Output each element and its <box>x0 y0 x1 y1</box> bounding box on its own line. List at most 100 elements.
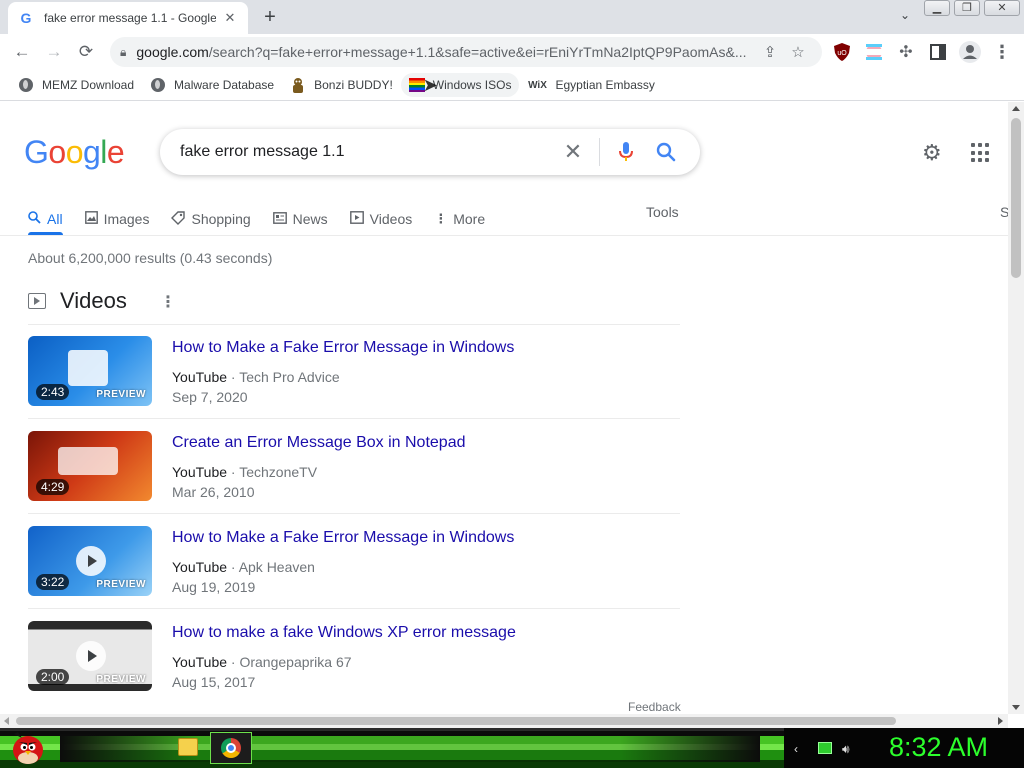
tab-strip: G fake error message 1.1 - Google ✕ + ⌄ … <box>0 0 1024 34</box>
ublock-origin-icon[interactable]: uO <box>826 36 858 68</box>
folder-icon[interactable] <box>178 738 198 756</box>
video-thumbnail[interactable]: 2:43 PREVIEW <box>28 336 152 406</box>
preview-label: PREVIEW <box>96 389 146 400</box>
extensions-puzzle-icon[interactable]: ✣ <box>890 36 922 68</box>
scrollbar-thumb[interactable] <box>16 717 896 725</box>
tab-images[interactable]: Images <box>84 194 149 234</box>
video-title-link[interactable]: How to Make a Fake Error Message in Wind… <box>172 529 514 547</box>
new-tab-button[interactable]: + <box>258 6 282 28</box>
tab-title: fake error message 1.1 - Google <box>44 11 216 25</box>
clock[interactable]: 8:32 AM <box>889 732 988 763</box>
chrome-taskbar-button[interactable] <box>210 732 252 764</box>
minimize-button[interactable]: ▁ <box>924 0 950 16</box>
video-thumbnail[interactable]: 4:29 <box>28 431 152 501</box>
divider <box>28 324 680 325</box>
tray-chevron-icon[interactable]: ‹ <box>794 742 798 756</box>
preview-label: PREVIEW <box>96 674 146 685</box>
system-tray: ‹ 🔊︎ 8:32 AM <box>784 728 1024 768</box>
scroll-left-arrow-icon[interactable] <box>4 717 9 725</box>
section-more-icon[interactable]: ⋮ <box>160 292 176 312</box>
trans-flag-extension-icon[interactable] <box>858 36 890 68</box>
bookmark-memz[interactable]: MEMZ Download <box>10 73 142 97</box>
bookmark-bonzi-buddy[interactable]: Bonzi BUDDY! <box>282 73 401 97</box>
video-duration: 3:22 <box>36 574 70 590</box>
browser-tab[interactable]: G fake error message 1.1 - Google ✕ <box>8 2 248 34</box>
tab-label: Videos <box>369 211 413 227</box>
tab-close-button[interactable]: ✕ <box>222 10 238 26</box>
bookmark-egyptian-embassy[interactable]: WiX Egyptian Embassy <box>519 73 662 97</box>
video-source: YouTube <box>172 369 228 385</box>
search-box[interactable]: fake error message 1.1 ✕ <box>160 129 700 175</box>
video-result[interactable]: 2:00 PREVIEW How to make a fake Windows … <box>28 621 680 691</box>
video-meta: YouTube · Apk Heaven <box>172 559 315 575</box>
tabs-divider <box>0 235 1008 236</box>
side-panel-icon[interactable] <box>922 36 954 68</box>
tab-label: News <box>292 211 328 227</box>
video-result[interactable]: 4:29 Create an Error Message Box in Note… <box>28 431 680 501</box>
tab-shopping[interactable]: Shopping <box>171 194 251 234</box>
search-icon[interactable] <box>646 142 686 162</box>
search-input[interactable]: fake error message 1.1 <box>180 143 553 161</box>
horizontal-scrollbar[interactable] <box>0 714 1008 728</box>
video-date: Aug 15, 2017 <box>172 674 256 690</box>
clear-search-icon[interactable]: ✕ <box>553 139 593 165</box>
tab-search-chevron-icon[interactable]: ⌄ <box>896 8 914 26</box>
google-logo[interactable]: Google <box>24 134 125 171</box>
taskbar-band <box>60 734 760 762</box>
video-result[interactable]: 2:43 PREVIEW How to Make a Fake Error Me… <box>28 336 680 406</box>
section-title: Videos <box>60 288 127 313</box>
bonzi-icon <box>290 77 306 93</box>
scroll-down-arrow-icon[interactable] <box>1012 705 1020 710</box>
divider <box>28 418 680 419</box>
cursor-overlay-icon: ➤ <box>422 75 438 95</box>
video-title-link[interactable]: How to Make a Fake Error Message in Wind… <box>172 339 514 357</box>
search-tabs: All Images Shopping News Videos ⋮ More <box>28 194 507 236</box>
feedback-link[interactable]: Feedback <box>628 700 681 714</box>
video-title-link[interactable]: How to make a fake Windows XP error mess… <box>172 624 516 642</box>
bookmark-star-icon[interactable]: ☆ <box>784 43 812 61</box>
tab-all[interactable]: All <box>28 194 63 235</box>
address-bar[interactable]: 🔒︎ google.com/search?q=fake+error+messag… <box>110 37 822 67</box>
bookmark-malware-database[interactable]: Malware Database <box>142 73 282 97</box>
google-apps-grid-icon[interactable] <box>971 143 991 163</box>
scroll-up-arrow-icon[interactable] <box>1012 106 1020 111</box>
video-thumbnail[interactable]: 3:22 PREVIEW <box>28 526 152 596</box>
video-result[interactable]: 3:22 PREVIEW How to Make a Fake Error Me… <box>28 526 680 596</box>
tab-label: Shopping <box>191 211 251 227</box>
share-icon[interactable]: ⇪ <box>756 43 784 61</box>
logo-letter: l <box>100 134 107 170</box>
news-icon <box>272 211 287 227</box>
logo-letter: o <box>48 134 66 170</box>
tab-news[interactable]: News <box>272 194 328 234</box>
video-date: Sep 7, 2020 <box>172 389 248 405</box>
video-thumbnail[interactable]: 2:00 PREVIEW <box>28 621 152 691</box>
close-window-button[interactable]: ✕ <box>984 0 1020 16</box>
scrollbar-thumb[interactable] <box>1011 118 1021 278</box>
lock-icon[interactable]: 🔒︎ <box>120 45 126 60</box>
settings-gear-icon[interactable]: ⚙ <box>922 140 942 166</box>
tab-more[interactable]: ⋮ More <box>434 194 485 234</box>
back-arrow-icon[interactable]: ← <box>6 36 38 68</box>
vertical-scrollbar[interactable] <box>1008 102 1024 714</box>
forward-arrow-icon[interactable]: → <box>38 36 70 68</box>
video-source: YouTube <box>172 559 228 575</box>
reload-icon[interactable]: ⟳ <box>70 36 102 68</box>
result-stats: About 6,200,000 results (0.43 seconds) <box>28 250 273 266</box>
volume-icon[interactable]: 🔊︎ <box>842 742 850 757</box>
profile-avatar-icon[interactable] <box>954 36 986 68</box>
microphone-icon[interactable] <box>606 142 646 162</box>
video-duration: 4:29 <box>36 479 70 495</box>
network-icon[interactable] <box>818 742 832 754</box>
url-path: /search?q=fake+error+message+1.1&safe=ac… <box>208 44 747 60</box>
restore-button[interactable]: ❐ <box>954 0 980 16</box>
tools-button[interactable]: Tools <box>646 204 679 220</box>
bookmark-label: MEMZ Download <box>42 78 135 92</box>
tab-videos[interactable]: Videos <box>349 194 413 234</box>
play-icon <box>76 546 106 576</box>
video-title-link[interactable]: Create an Error Message Box in Notepad <box>172 434 465 452</box>
angry-bird-start-button-icon[interactable] <box>8 730 48 766</box>
tab-label: More <box>453 211 486 227</box>
bookmark-windows-isos[interactable]: Windows ISOs ➤ <box>400 73 520 97</box>
scroll-right-arrow-icon[interactable] <box>998 717 1003 725</box>
browser-menu-icon[interactable]: ⋮ <box>986 36 1018 68</box>
